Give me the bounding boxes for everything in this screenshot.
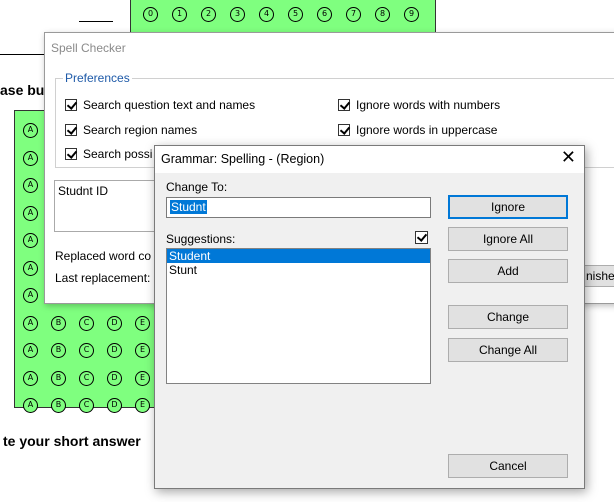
answer-bubble: A — [23, 315, 38, 331]
option-label: Search region names — [83, 123, 198, 137]
answer-bubble: C — [79, 315, 94, 331]
doc-fragment-heading: ase bu — [0, 82, 45, 98]
suggestions-checkbox[interactable] — [415, 231, 428, 244]
answer-bubble: D — [107, 315, 122, 331]
checkbox[interactable] — [65, 99, 77, 111]
close-icon[interactable]: ✕ — [561, 149, 576, 167]
option-label: Ignore words in uppercase — [356, 123, 498, 137]
answer-bubble: C — [79, 343, 94, 358]
finish-button[interactable]: nishe — [581, 265, 614, 287]
answer-bubble: A — [23, 260, 38, 276]
digit-bubble: 7 — [346, 7, 361, 22]
ignore-all-button[interactable]: Ignore All — [448, 227, 568, 251]
checkbox[interactable] — [65, 124, 77, 136]
digit-bubble: 1 — [172, 7, 187, 22]
suggestions-list[interactable]: Student Stunt — [166, 248, 431, 384]
change-to-input[interactable]: Studnt — [166, 197, 431, 218]
answer-bubble: A — [23, 205, 38, 221]
answer-bubble: E — [135, 343, 150, 358]
option-label: Search possi — [83, 147, 153, 161]
dialog-titlebar: Grammar: Spelling - (Region) ✕ — [155, 146, 584, 174]
answer-bubble: E — [135, 370, 150, 386]
answer-bubble: A — [23, 370, 38, 386]
answer-bubble: A — [23, 150, 38, 166]
digit-bubble: 4 — [259, 7, 274, 22]
change-to-value: Studnt — [170, 200, 207, 214]
change-button[interactable]: Change — [448, 305, 568, 329]
answer-bubble: B — [51, 315, 66, 331]
checkbox[interactable] — [338, 99, 350, 111]
replaced-word-label: Replaced word co — [55, 249, 152, 263]
answer-bubble: A — [23, 178, 38, 193]
option-label: Search question text and names — [83, 98, 256, 112]
option-ignore-numbers[interactable]: Ignore words with numbers — [338, 98, 500, 112]
underline — [79, 21, 113, 22]
digit-bubble: 0 — [143, 7, 158, 22]
doc-fragment-bottom: te your short answer — [3, 433, 141, 449]
underline — [0, 54, 44, 55]
checkbox[interactable] — [338, 124, 350, 136]
digit-bubble: 6 — [317, 7, 332, 22]
digit-bubble: 5 — [288, 7, 303, 22]
digit-bubble: 8 — [375, 7, 390, 22]
option-search-region-names[interactable]: Search region names — [65, 123, 197, 137]
suggestions-label: Suggestions: — [166, 232, 236, 246]
list-item[interactable]: Stunt — [167, 263, 430, 277]
option-search-question-text[interactable]: Search question text and names — [65, 98, 255, 112]
digit-bubble: 9 — [404, 7, 419, 22]
digit-bubble: 2 — [201, 7, 216, 22]
grammar-spelling-dialog: Grammar: Spelling - (Region) ✕ Change To… — [154, 145, 585, 489]
answer-bubble: C — [79, 370, 94, 386]
answer-bubble: B — [51, 398, 66, 413]
dialog-title: Grammar: Spelling - (Region) — [161, 152, 325, 166]
cancel-button[interactable]: Cancel — [448, 454, 568, 478]
answer-bubble: A — [23, 398, 38, 413]
change-to-label: Change To: — [166, 180, 228, 194]
answer-bubble: D — [107, 398, 122, 413]
answer-bubble: A — [23, 123, 38, 138]
answer-bubble: D — [107, 343, 122, 358]
digit-bubble-row: 0123456789 — [130, 0, 436, 33]
answer-bubble: D — [107, 370, 122, 386]
digit-bubble: 3 — [230, 7, 245, 22]
last-replacement-label: Last replacement: — [55, 271, 151, 285]
context-text: Studnt ID — [58, 184, 109, 198]
answer-bubble: B — [51, 343, 66, 358]
checkbox[interactable] — [65, 148, 77, 160]
answer-bubble: A — [23, 233, 38, 248]
change-all-button[interactable]: Change All — [448, 338, 568, 362]
answer-bubble: B — [51, 370, 66, 386]
answer-bubble: A — [23, 343, 38, 358]
list-item[interactable]: Student — [167, 249, 430, 263]
option-ignore-uppercase[interactable]: Ignore words in uppercase — [338, 123, 497, 137]
answer-bubble: E — [135, 398, 150, 413]
add-button[interactable]: Add — [448, 259, 568, 283]
spell-checker-title: Spell Checker — [51, 41, 126, 55]
option-search-possible[interactable]: Search possi — [65, 147, 152, 161]
answer-bubble: A — [23, 288, 38, 303]
answer-bubble: E — [135, 315, 150, 331]
preferences-legend: Preferences — [63, 71, 132, 85]
option-label: Ignore words with numbers — [356, 98, 501, 112]
context-textbox[interactable]: Studnt ID — [54, 180, 164, 232]
answer-bubble: C — [79, 398, 94, 413]
ignore-button[interactable]: Ignore — [448, 195, 568, 219]
